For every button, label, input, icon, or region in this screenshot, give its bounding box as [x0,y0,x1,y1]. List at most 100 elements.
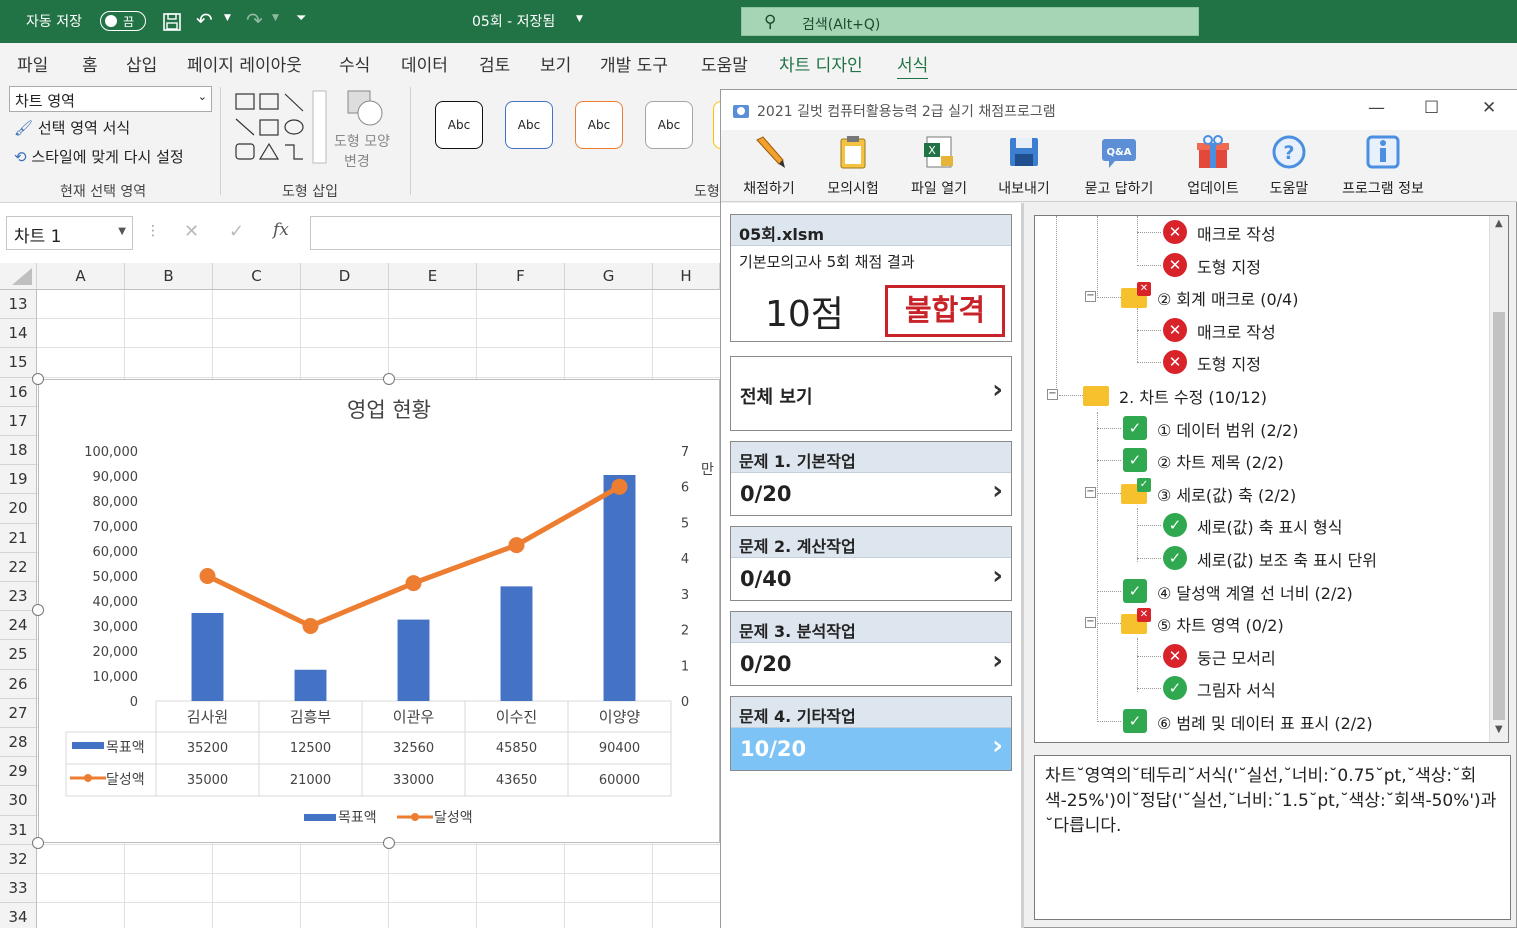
insert-function-icon[interactable]: fx [273,220,289,240]
select-all-corner[interactable] [0,263,37,290]
collapse-toggle[interactable]: − [1085,617,1096,629]
name-box[interactable]: 차트 1 ▼ [6,216,133,250]
tree-item-label[interactable]: 2. 차트 수정 (10/12) [1119,384,1267,408]
tab-review[interactable]: 검토 [479,51,510,76]
line-achieved-point-0[interactable] [199,568,216,584]
view-all-button[interactable]: 전체 보기 › [730,356,1012,431]
line-achieved-point-4[interactable] [611,478,628,495]
enter-icon[interactable]: ✓ [229,221,244,242]
line-achieved-point-3[interactable] [508,537,525,554]
bar-target-4[interactable] [603,475,636,701]
tree-item-label[interactable]: ⑥ 범례 및 데이터 표 표시 (2/2) [1157,710,1373,734]
mock-exam-button[interactable]: 모의시험 [818,134,888,198]
cancel-icon[interactable]: ✕ [184,221,199,242]
program-info-button[interactable]: 프로그램 정보 [1333,134,1433,198]
series-achieved-line[interactable] [199,478,628,634]
shape-style-blue[interactable]: Abc [505,101,553,149]
column-header[interactable]: E [389,263,477,290]
tree-item-label[interactable]: 도형 지정 [1197,254,1261,278]
row-header[interactable]: 32 [0,844,37,874]
update-button[interactable]: 업데이트 [1178,134,1248,198]
search-box[interactable]: ⚲ 검색(Alt+Q) [741,7,1199,36]
section-1-card[interactable]: 문제 1. 기본작업 0/20 › [730,441,1012,516]
tree-item-label[interactable]: 매크로 작성 [1197,319,1276,343]
tab-insert[interactable]: 삽입 [126,51,157,76]
tab-page-layout[interactable]: 페이지 레이아웃 [187,51,302,76]
tree-scrollbar[interactable]: ▲ ▼ [1489,216,1508,742]
tab-data[interactable]: 데이터 [401,51,448,76]
resize-handle-top-left[interactable] [32,373,44,385]
tab-file[interactable]: 파일 [17,51,48,76]
minimize-icon[interactable]: — [1368,98,1385,118]
row-header[interactable]: 20 [0,494,37,524]
close-icon[interactable]: ✕ [1482,98,1496,118]
section-3-card[interactable]: 문제 3. 분석작업 0/20 › [730,611,1012,686]
column-header[interactable]: H [653,263,720,290]
tree-item-label[interactable]: ① 데이터 범위 (2/2) [1157,417,1298,441]
row-header[interactable]: 24 [0,611,37,641]
chart-legend[interactable]: 목표액 달성액 [304,810,473,826]
tree-item-label[interactable]: ③ 세로(값) 축 (2/2) [1157,482,1296,506]
qna-button[interactable]: Q&A 묻고 답하기 [1077,134,1161,198]
help-button[interactable]: ? 도움말 [1257,134,1321,198]
line-achieved-point-1[interactable] [302,618,319,634]
resize-handle-top[interactable] [383,373,395,385]
format-selection-button[interactable]: 🖌 선택 영역 서식 [14,117,130,138]
tab-developer[interactable]: 개발 도구 [600,51,668,76]
line-achieved-point-2[interactable] [405,575,422,592]
customize-qat-icon[interactable]: ⏷ [296,11,306,26]
row-header[interactable]: 22 [0,552,37,582]
grading-tree[interactable]: ✕ 매크로 작성 ✕ 도형 지정 ✕ − ② 회계 매크로 (0/4) ✕ 매크로 작성 ✕ 도형 … [1034,215,1509,743]
shapes-gallery[interactable] [233,89,328,165]
undo-dropdown-icon[interactable]: ▼ [224,13,231,23]
section-4-card-selected[interactable]: 문제 4. 기타작업 10/20 › [730,696,1012,771]
row-header[interactable]: 17 [0,406,37,436]
row-header[interactable]: 19 [0,465,37,495]
bar-target-1[interactable] [294,669,327,701]
change-shape-label-2[interactable]: 변경 [344,151,370,171]
open-file-button[interactable]: X 파일 열기 [904,134,974,198]
scroll-down-icon[interactable]: ▼ [1495,724,1503,735]
line-achieved-path[interactable] [206,484,621,629]
row-header[interactable]: 18 [0,436,37,466]
tree-item-label[interactable]: 도형 지정 [1197,351,1261,375]
document-title[interactable]: 05회 - 저장됨 [472,11,555,31]
row-header[interactable]: 26 [0,669,37,699]
tree-item-label[interactable]: 매크로 작성 [1197,221,1276,245]
tab-format[interactable]: 서식 [897,51,929,81]
undo-icon[interactable]: ↶ [196,8,213,32]
column-header[interactable]: A [37,263,125,290]
bar-target-0[interactable] [191,613,224,701]
resize-handle-bottom[interactable] [383,837,395,849]
column-header[interactable]: F [477,263,565,290]
column-header[interactable]: C [213,263,301,290]
chart-title[interactable]: 영업 현황 [347,398,431,422]
reset-style-button[interactable]: ⟲ 스타일에 맞게 다시 설정 [14,146,184,167]
secondary-axis-unit-label[interactable]: 만 [701,462,714,478]
autosave-toggle[interactable]: 끔 [100,11,146,31]
primary-value-axis[interactable]: 100,000 90,000 80,000 70,000 60,000 50,000 40,… [84,445,138,710]
column-header[interactable]: B [125,263,213,290]
tab-help[interactable]: 도움말 [701,51,748,76]
chart-elements-select[interactable]: 차트 영역 ⌄ [9,86,212,112]
tree-item-label[interactable]: ② 회계 매크로 (0/4) [1157,286,1298,310]
legend-label-target[interactable]: 목표액 [338,810,377,826]
row-header[interactable]: 16 [0,377,37,407]
shape-style-black[interactable]: Abc [435,101,483,149]
bar-target-3[interactable] [500,586,533,701]
row-header[interactable]: 34 [0,903,37,928]
maximize-icon[interactable]: ☐ [1424,98,1439,118]
row-header[interactable]: 33 [0,874,37,904]
row-header[interactable]: 14 [0,319,37,349]
row-header[interactable]: 28 [0,728,37,758]
column-header[interactable]: D [301,263,389,290]
grade-button[interactable]: 채점하기 [735,134,803,198]
formula-input[interactable] [310,216,720,250]
row-header[interactable]: 30 [0,786,37,816]
combo-chart[interactable]: 영업 현황 만 100,000 90,000 80,000 70,000 60,000 5… [39,380,721,844]
collapse-toggle[interactable]: − [1085,486,1096,498]
save-icon[interactable] [162,12,182,32]
export-button[interactable]: 내보내기 [989,134,1059,198]
collapse-toggle[interactable]: − [1085,291,1096,303]
tree-item-label[interactable]: 세로(값) 보조 축 표시 단위 [1197,547,1377,571]
